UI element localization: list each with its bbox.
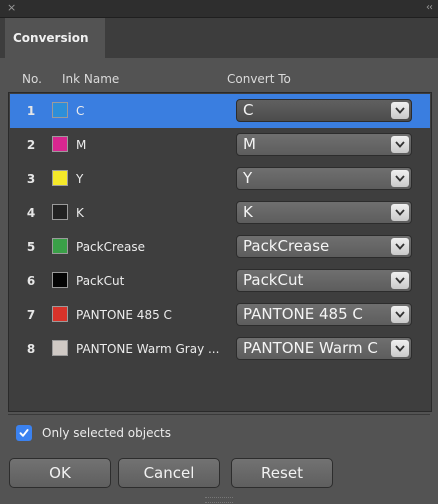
ink-row[interactable]: 7 PANTONE 485 C PANTONE 485 C: [10, 298, 430, 332]
color-swatch: [52, 102, 68, 118]
chevron-down-icon[interactable]: [391, 170, 409, 187]
row-number: 2: [26, 138, 36, 152]
ink-name: PANTONE 485 C: [76, 308, 172, 322]
ink-list: 1 C C 2 M M 3 Y Y 4 K K 5 PackCrease Pac…: [8, 92, 432, 412]
chevron-down-icon[interactable]: [391, 136, 409, 153]
row-number: 8: [26, 342, 36, 356]
chevron-down-icon[interactable]: [391, 306, 409, 323]
convert-to-dropdown[interactable]: PANTONE Warm C: [236, 337, 412, 360]
chevron-down-icon[interactable]: [391, 102, 409, 119]
close-icon[interactable]: ×: [7, 1, 16, 15]
row-number: 7: [26, 308, 36, 322]
row-number: 1: [26, 104, 36, 118]
convert-to-value: Y: [243, 169, 253, 187]
ink-name: PackCrease: [76, 240, 146, 254]
ink-row[interactable]: 2 M M: [10, 128, 430, 162]
ink-row[interactable]: 4 K K: [10, 196, 430, 230]
ink-row[interactable]: 3 Y Y: [10, 162, 430, 196]
color-swatch: [52, 272, 68, 288]
row-number: 6: [26, 274, 36, 288]
column-header-ink-name: Ink Name: [62, 72, 120, 86]
convert-to-dropdown[interactable]: Y: [236, 167, 412, 190]
convert-to-value: PackCrease: [243, 237, 330, 255]
convert-to-value: PackCut: [243, 271, 304, 289]
convert-to-value: M: [243, 135, 256, 153]
column-header-no: No.: [22, 72, 42, 86]
resize-grip-icon[interactable]: [205, 497, 233, 503]
checkmark-icon: [19, 429, 29, 437]
only-selected-objects-label: Only selected objects: [42, 426, 171, 440]
convert-to-value: PANTONE Warm C: [243, 339, 378, 357]
convert-to-dropdown[interactable]: PackCut: [236, 269, 412, 292]
color-swatch: [52, 306, 68, 322]
reset-button[interactable]: Reset: [231, 458, 333, 488]
ink-row[interactable]: 1 C C: [10, 94, 430, 128]
chevron-down-icon[interactable]: [391, 204, 409, 221]
cancel-button[interactable]: Cancel: [118, 458, 220, 488]
convert-to-dropdown[interactable]: PANTONE 485 C: [236, 303, 412, 326]
ink-name: M: [76, 138, 87, 152]
ink-row[interactable]: 5 PackCrease PackCrease: [10, 230, 430, 264]
color-swatch: [52, 170, 68, 186]
row-number: 4: [26, 206, 36, 220]
column-header-convert-to: Convert To: [227, 72, 291, 86]
color-swatch: [52, 136, 68, 152]
ink-name: K: [76, 206, 84, 220]
ink-name: PANTONE Warm Gray ...: [76, 342, 220, 356]
convert-to-dropdown[interactable]: PackCrease: [236, 235, 412, 258]
chevron-down-icon[interactable]: [391, 340, 409, 357]
row-number: 3: [26, 172, 36, 186]
color-swatch: [52, 238, 68, 254]
convert-to-dropdown[interactable]: M: [236, 133, 412, 156]
convert-to-value: K: [243, 203, 253, 221]
ink-row[interactable]: 6 PackCut PackCut: [10, 264, 430, 298]
tab-conversion[interactable]: Conversion: [5, 18, 105, 58]
divider: [8, 414, 430, 415]
chevron-down-icon[interactable]: [391, 238, 409, 255]
color-swatch: [52, 204, 68, 220]
convert-to-dropdown[interactable]: C: [236, 99, 412, 122]
convert-to-value: PANTONE 485 C: [243, 305, 363, 323]
panel-titlebar: × ‹‹: [0, 0, 438, 18]
row-number: 5: [26, 240, 36, 254]
ok-button[interactable]: OK: [9, 458, 111, 488]
ink-name: C: [76, 104, 85, 118]
ink-name: Y: [76, 172, 84, 186]
ink-row[interactable]: 8 PANTONE Warm Gray ... PANTONE Warm C: [10, 332, 430, 366]
convert-to-value: C: [243, 101, 254, 119]
chevron-down-icon[interactable]: [391, 272, 409, 289]
convert-to-dropdown[interactable]: K: [236, 201, 412, 224]
ink-name: PackCut: [76, 274, 125, 288]
color-swatch: [52, 340, 68, 356]
collapse-icon[interactable]: ‹‹: [426, 1, 433, 15]
only-selected-objects-checkbox[interactable]: [16, 425, 32, 441]
